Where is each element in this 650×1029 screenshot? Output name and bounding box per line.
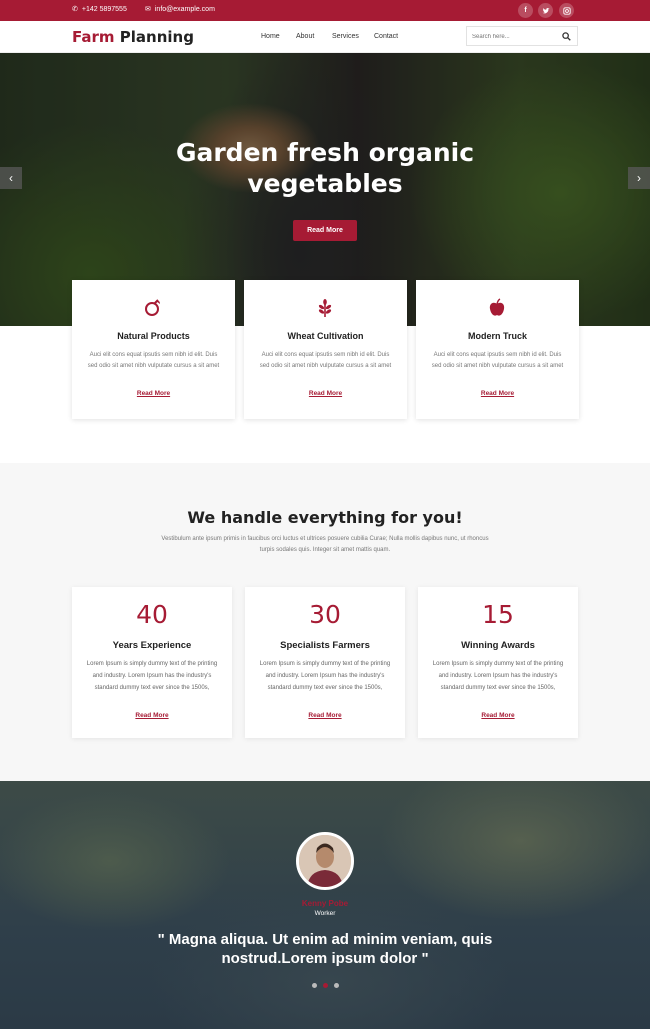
avatar xyxy=(296,832,354,890)
instagram-icon[interactable] xyxy=(559,3,574,18)
phone-icon: ✆ xyxy=(72,6,78,13)
hero-title: Garden fresh organic vegetables xyxy=(175,138,475,198)
site-logo[interactable]: Farm Planning xyxy=(72,28,194,46)
feature-card: Natural Products Auci elit cons equat ip… xyxy=(72,280,235,419)
carousel-dot-2[interactable] xyxy=(323,983,328,988)
stat-text: Lorem Ipsum is simply dummy text of the … xyxy=(86,661,218,691)
stat-card: 15 Winning Awards Lorem Ipsum is simply … xyxy=(418,587,578,738)
phone-text: +142 5897555 xyxy=(81,5,127,13)
feature-read-more-link[interactable]: Read More xyxy=(72,390,235,397)
nav-services[interactable]: Services xyxy=(332,33,359,40)
feature-title: Wheat Cultivation xyxy=(287,331,364,341)
testimonial-quote: " Magna aliqua. Ut enim ad minim veniam,… xyxy=(157,931,493,967)
hero-next-arrow-icon[interactable]: › xyxy=(628,167,650,189)
email-text: info@example.com xyxy=(154,5,215,13)
fruit-icon xyxy=(145,299,160,316)
envelope-icon: ✉ xyxy=(145,6,151,13)
section-subtitle: Vestibulum ante ipsum primis in faucibus… xyxy=(161,536,489,553)
nav-about[interactable]: About xyxy=(296,33,314,40)
search-input[interactable] xyxy=(472,30,562,43)
email-contact[interactable]: ✉ info@example.com xyxy=(145,5,215,14)
feature-title: Natural Products xyxy=(117,331,190,341)
stat-number: 15 xyxy=(482,600,514,629)
stat-text: Lorem Ipsum is simply dummy text of the … xyxy=(259,661,391,691)
phone-contact[interactable]: ✆ +142 5897555 xyxy=(72,5,127,14)
wheat-icon xyxy=(318,299,332,317)
stat-number: 40 xyxy=(136,600,168,629)
hero-read-more-button[interactable]: Read More xyxy=(293,220,357,241)
stat-title: Years Experience xyxy=(112,640,192,651)
twitter-icon[interactable] xyxy=(538,3,553,18)
feature-card: Wheat Cultivation Auci elit cons equat i… xyxy=(244,280,407,419)
nav-home[interactable]: Home xyxy=(261,33,280,40)
stat-number: 30 xyxy=(309,600,341,629)
facebook-icon[interactable]: f xyxy=(518,3,533,18)
search-box xyxy=(466,26,578,46)
stat-read-more-link[interactable]: Read More xyxy=(72,712,232,719)
top-bar: ✆ +142 5897555 ✉ info@example.com f xyxy=(0,0,650,21)
stat-read-more-link[interactable]: Read More xyxy=(418,712,578,719)
stat-title: Specialists Farmers xyxy=(280,640,370,651)
feature-read-more-link[interactable]: Read More xyxy=(244,390,407,397)
feature-text: Auci elit cons equat ipsutis sem nibh id… xyxy=(431,352,564,369)
feature-read-more-link[interactable]: Read More xyxy=(416,390,579,397)
feature-title: Modern Truck xyxy=(467,331,527,341)
carousel-dot-3[interactable] xyxy=(334,983,339,988)
apple-icon xyxy=(489,298,505,316)
main-navbar: Farm Planning Home About Services Contac… xyxy=(0,21,650,53)
feature-text: Auci elit cons equat ipsutis sem nibh id… xyxy=(259,352,392,369)
testimonial-role: Worker xyxy=(314,910,336,917)
search-icon[interactable] xyxy=(562,32,571,41)
stat-read-more-link[interactable]: Read More xyxy=(245,712,405,719)
section-title: We handle everything for you! xyxy=(187,508,463,527)
logo-rest: Planning xyxy=(119,28,194,46)
carousel-dot-1[interactable] xyxy=(312,983,317,988)
stat-title: Winning Awards xyxy=(461,640,535,651)
stat-text: Lorem Ipsum is simply dummy text of the … xyxy=(432,661,564,691)
feature-card: Modern Truck Auci elit cons equat ipsuti… xyxy=(416,280,579,419)
feature-text: Auci elit cons equat ipsutis sem nibh id… xyxy=(87,352,220,369)
stat-card: 40 Years Experience Lorem Ipsum is simpl… xyxy=(72,587,232,738)
testimonial-name: Kenny Pobe xyxy=(301,899,349,908)
logo-accent: Farm xyxy=(72,28,115,46)
hero-prev-arrow-icon[interactable]: ‹ xyxy=(0,167,22,189)
nav-contact[interactable]: Contact xyxy=(374,33,398,40)
stat-card: 30 Specialists Farmers Lorem Ipsum is si… xyxy=(245,587,405,738)
